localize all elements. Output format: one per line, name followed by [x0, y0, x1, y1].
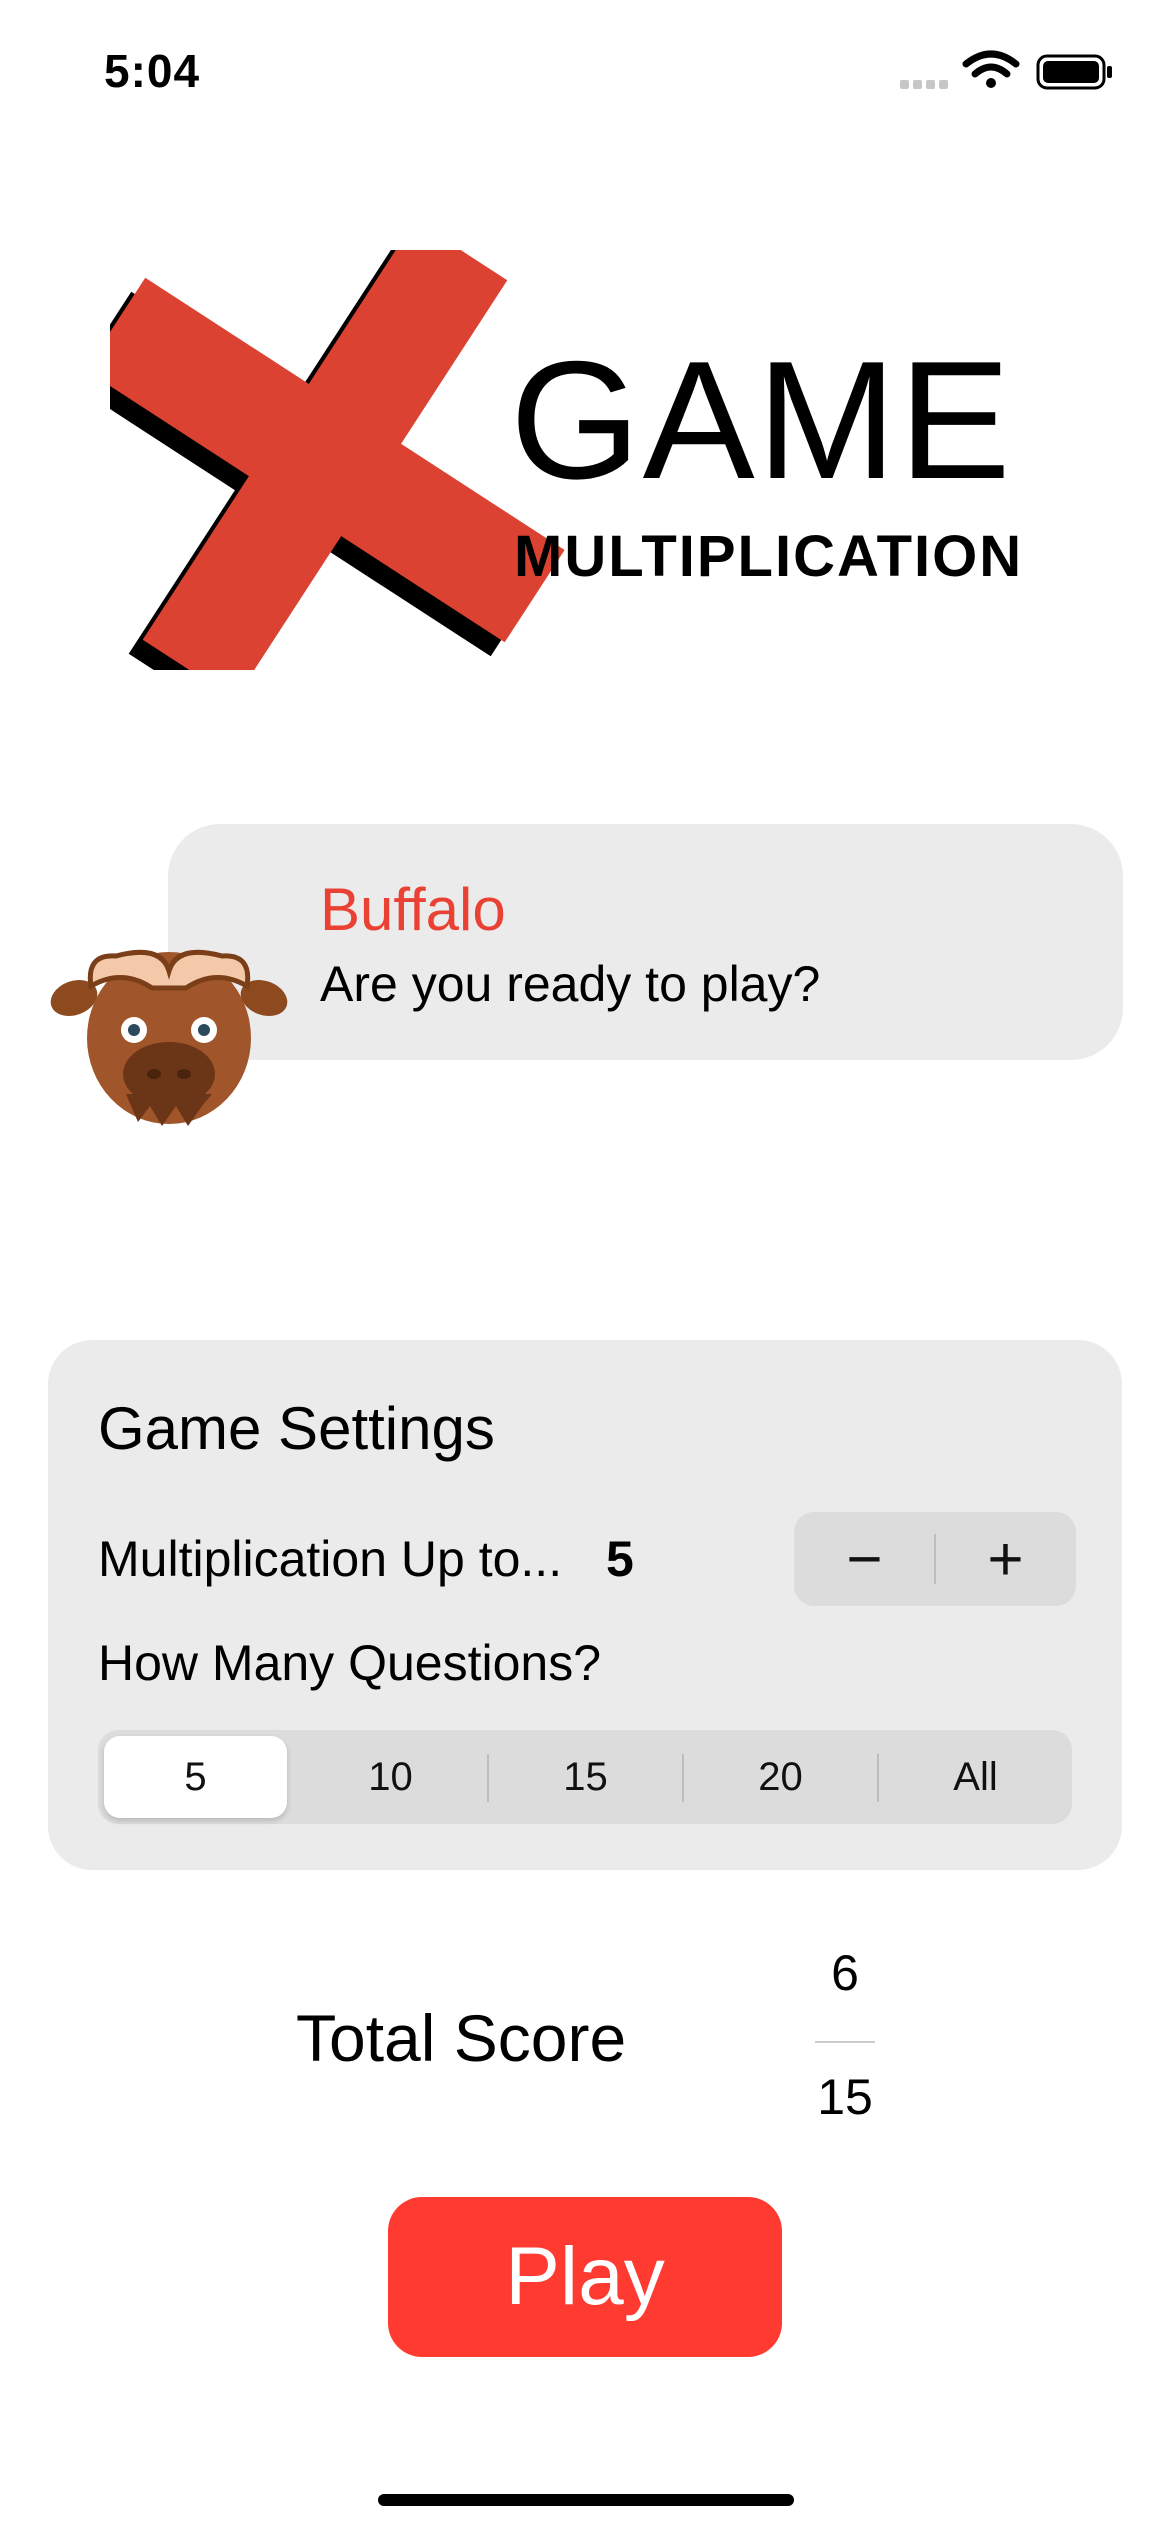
- score-fraction-line: [815, 2041, 875, 2043]
- settings-title: Game Settings: [98, 1395, 495, 1462]
- segment-10[interactable]: 10: [293, 1730, 488, 1824]
- multiplication-stepper: − +: [794, 1512, 1076, 1606]
- questions-segmented-control: 5 10 15 20 All: [98, 1730, 1072, 1824]
- battery-icon: [1036, 54, 1112, 90]
- multiplication-label: Multiplication Up to...: [98, 1531, 563, 1587]
- home-indicator[interactable]: [378, 2494, 794, 2506]
- character-message: Are you ready to play?: [320, 956, 821, 1012]
- multiplication-value: 5: [606, 1531, 634, 1587]
- total-score-label: Total Score: [296, 2001, 627, 2075]
- segment-20[interactable]: 20: [683, 1730, 878, 1824]
- character-name: Buffalo: [320, 876, 506, 943]
- questions-label: How Many Questions?: [98, 1635, 602, 1691]
- speech-bubble: [168, 824, 1123, 1060]
- segment-all[interactable]: All: [878, 1730, 1073, 1824]
- increment-button[interactable]: +: [935, 1512, 1076, 1606]
- score-denominator: 15: [817, 2069, 873, 2125]
- wifi-icon: [962, 50, 1020, 88]
- segment-15[interactable]: 15: [488, 1730, 683, 1824]
- logo-title: GAME: [510, 326, 1013, 514]
- decrement-button[interactable]: −: [794, 1512, 935, 1606]
- logo-x-icon: [110, 250, 565, 670]
- buffalo-avatar-icon: [50, 949, 288, 1126]
- logo-subtitle: MULTIPLICATION: [514, 524, 1024, 589]
- status-icons: [900, 50, 1112, 90]
- score-numerator: 6: [831, 1945, 859, 2001]
- segment-5[interactable]: 5: [104, 1736, 287, 1818]
- status-time: 5:04: [104, 45, 201, 97]
- signal-icon: [900, 80, 948, 89]
- play-button[interactable]: Play: [388, 2197, 782, 2357]
